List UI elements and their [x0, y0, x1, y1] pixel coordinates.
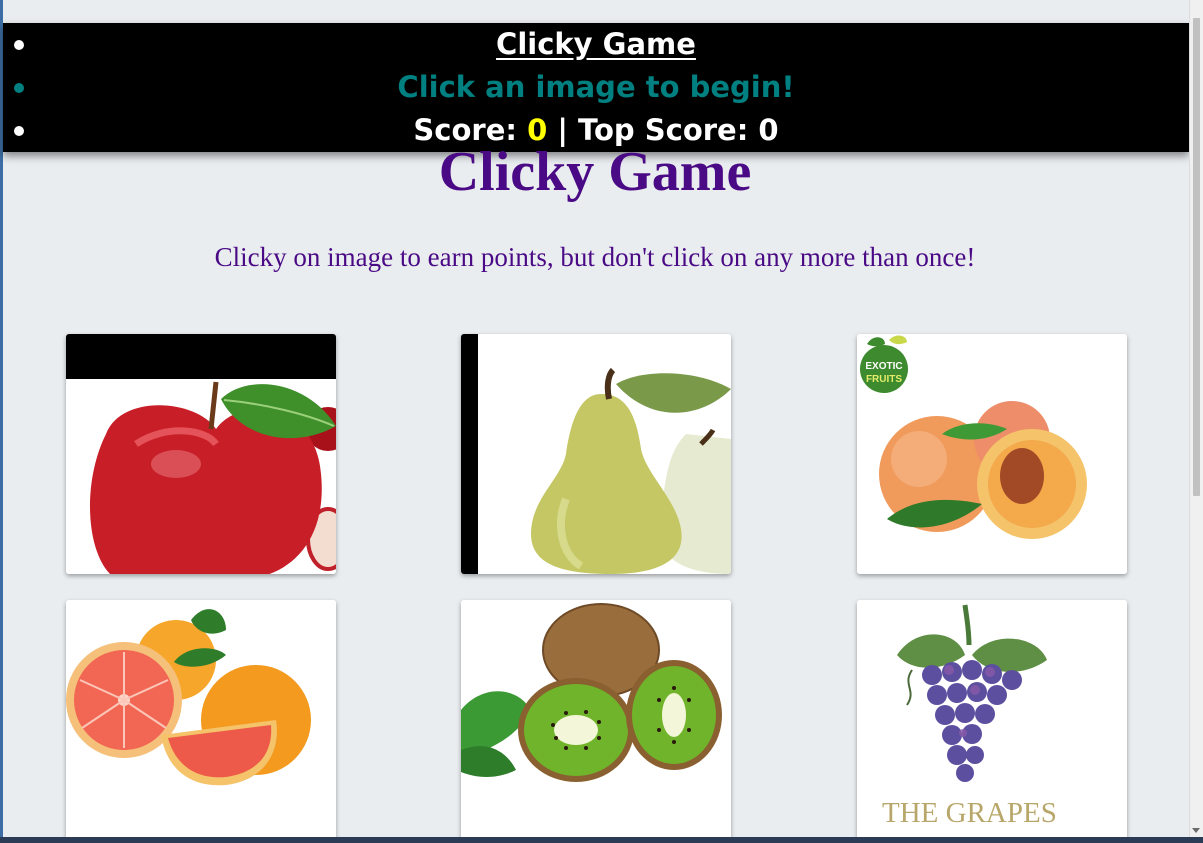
bullet-icon	[14, 40, 24, 50]
bullet-icon	[14, 126, 24, 136]
badge-line1: EXOTIC	[865, 361, 902, 372]
navbar: Clicky Game Click an image to begin! Sco…	[3, 23, 1189, 152]
grapefruit-image	[66, 600, 336, 843]
nav-item-brand: Clicky Game	[3, 23, 1189, 66]
status-message: Click an image to begin!	[397, 70, 795, 104]
bullet-icon	[14, 83, 24, 93]
apple-image	[66, 334, 336, 574]
nav-list: Clicky Game Click an image to begin! Sco…	[3, 23, 1189, 152]
brand-link[interactable]: Clicky Game	[496, 27, 696, 61]
window-bottom-edge	[0, 837, 1203, 843]
peach-image: EXOTIC FRUITS	[857, 334, 1127, 574]
fruit-card-kiwi[interactable]	[461, 600, 731, 843]
scrollbar-thumb[interactable]	[1193, 18, 1200, 496]
nav-item-message: Click an image to begin!	[3, 66, 1189, 109]
fruit-card-apple[interactable]	[66, 334, 336, 574]
pear-image	[461, 334, 731, 574]
scroll-down-arrow-icon[interactable]	[1192, 828, 1200, 833]
fruit-card-peach[interactable]: EXOTIC FRUITS	[857, 334, 1127, 574]
grapes-image: THE GRAPES	[857, 600, 1127, 843]
fruit-card-grapes[interactable]: THE GRAPES	[857, 600, 1127, 843]
grapes-caption: THE GRAPES	[882, 797, 1057, 829]
scrollbar[interactable]	[1189, 0, 1203, 837]
fruit-card-pear[interactable]	[461, 334, 731, 574]
kiwi-image	[461, 600, 731, 843]
fruit-card-grapefruit[interactable]	[66, 600, 336, 843]
page-subtitle: Clicky on image to earn points, but don'…	[214, 242, 976, 272]
badge-line2: FRUITS	[866, 374, 902, 385]
page-title: Clicky Game	[438, 141, 752, 203]
